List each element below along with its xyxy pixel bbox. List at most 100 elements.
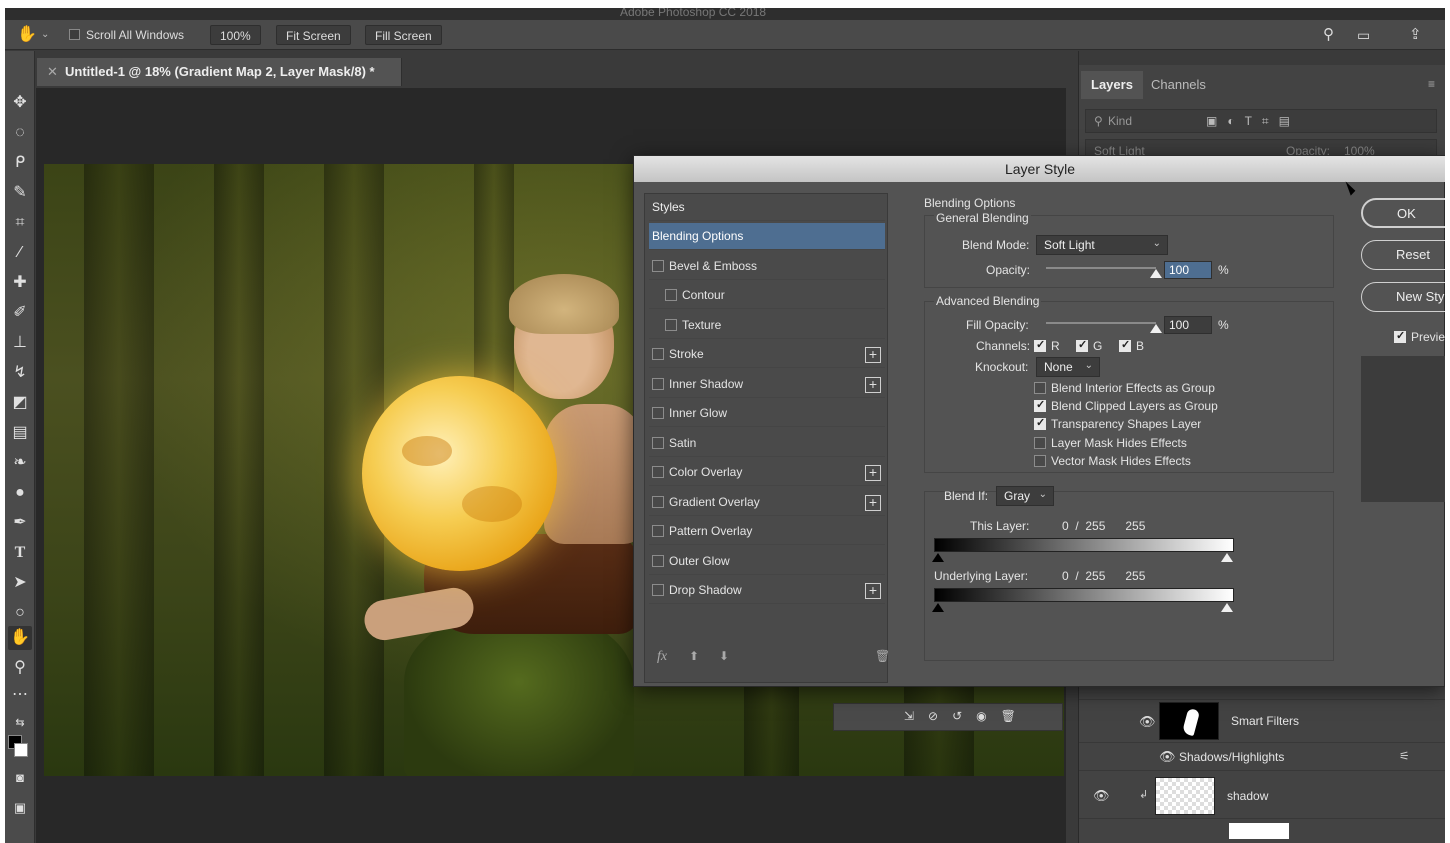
style-item[interactable]: Contour (649, 282, 885, 309)
history-brush-tool-icon[interactable]: ↯ (8, 361, 32, 385)
trash-icon[interactable]: 🗑 (875, 649, 890, 663)
ok-button[interactable]: OK (1361, 198, 1445, 228)
visibility-eye-icon[interactable]: 👁 (1093, 788, 1110, 804)
panel-menu-icon[interactable]: ≡ (1428, 77, 1435, 91)
new-style-button[interactable]: New Style... (1361, 282, 1445, 312)
crop-tool-icon[interactable]: ⌗ (8, 211, 32, 235)
tab-layers[interactable]: Layers (1081, 71, 1143, 99)
this-layer-gradient[interactable] (934, 538, 1234, 552)
checkbox-icon[interactable] (665, 318, 677, 331)
marquee-tool-icon[interactable]: ◌ (8, 121, 32, 145)
checkbox-icon[interactable] (652, 259, 664, 272)
opacity-input[interactable]: 100 (1164, 261, 1212, 279)
layer-filter-row[interactable]: ⚲ Kind ▣◐T⌗▤ (1085, 109, 1437, 133)
checkbox-icon[interactable] (652, 466, 664, 478)
checkbox-icon[interactable] (665, 289, 677, 301)
fill-opacity-input[interactable]: 100 (1164, 316, 1212, 334)
more-tools-icon[interactable]: ⋯ (8, 683, 32, 707)
layer-row-smart-filters[interactable]: 👁 Smart Filters (1079, 699, 1445, 743)
zoom-100-button[interactable]: 100% (210, 25, 261, 45)
channel-b-checkbox[interactable]: B (1119, 338, 1144, 353)
eraser-tool-icon[interactable]: ◩ (8, 391, 32, 415)
preview-checkbox[interactable]: Preview (1394, 329, 1445, 344)
shape-tool-icon[interactable]: ○ (8, 601, 32, 625)
close-tab-icon[interactable]: ✕ (47, 58, 58, 86)
style-item[interactable]: Drop Shadow + (649, 577, 885, 604)
filter-options-icon[interactable]: ⚟ (1399, 749, 1410, 763)
checkbox-icon[interactable] (652, 377, 664, 390)
layer-footer-icons[interactable]: ⇲⊘↺◉🗑 (904, 709, 1030, 723)
filter-type-icons[interactable]: ▣◐T⌗▤ (1206, 114, 1300, 129)
style-item[interactable]: Color Overlay + (649, 459, 885, 486)
add-effect-icon[interactable]: + (865, 347, 881, 363)
opacity-slider-track[interactable] (1046, 267, 1162, 278)
checkbox-icon[interactable] (652, 407, 664, 419)
style-item[interactable]: Texture (649, 312, 885, 339)
blend-if-select[interactable]: Gray ⌄ (996, 486, 1054, 506)
add-effect-icon[interactable]: + (865, 583, 881, 599)
channel-g-checkbox[interactable]: G (1076, 338, 1102, 353)
stamp-tool-icon[interactable]: ⊥ (8, 331, 32, 355)
visibility-eye-icon[interactable]: 👁 (1139, 714, 1156, 730)
dodge-tool-icon[interactable]: ● (8, 481, 32, 505)
knockout-select[interactable]: None ⌄ (1036, 357, 1100, 377)
fill-opacity-slider-track[interactable] (1046, 322, 1162, 333)
move-down-icon[interactable]: ⬇ (719, 649, 729, 663)
hand-tool-icon[interactable]: ✋ (17, 25, 37, 45)
type-tool-icon[interactable]: T (8, 541, 32, 565)
advanced-option-checkbox[interactable]: Transparency Shapes Layer (1034, 416, 1201, 431)
screen-mode-icon[interactable]: ▣ (8, 796, 32, 820)
move-tool-icon[interactable]: ✥ (8, 91, 32, 115)
underlying-white-knob[interactable] (1221, 603, 1233, 612)
share-icon[interactable]: ⇪ (1409, 25, 1422, 45)
fill-screen-button[interactable]: Fill Screen (365, 25, 442, 45)
add-effect-icon[interactable]: + (865, 494, 881, 511)
style-item[interactable]: Stroke + (649, 341, 885, 368)
style-item[interactable]: Inner Glow (649, 400, 885, 427)
swap-colors-icon[interactable]: ⇆ (8, 711, 32, 735)
style-item[interactable]: Outer Glow (649, 548, 885, 575)
fill-opacity-slider-knob[interactable] (1150, 324, 1162, 333)
visibility-eye-icon[interactable]: 👁 (1159, 749, 1176, 765)
lasso-tool-icon[interactable]: ᑭ (8, 151, 32, 175)
pen-tool-icon[interactable]: ✒ (8, 511, 32, 535)
style-item[interactable]: Pattern Overlay (649, 518, 885, 545)
eyedropper-tool-icon[interactable]: ⁄ (8, 241, 32, 265)
style-item[interactable]: Satin (649, 430, 885, 457)
zoom-tool-icon[interactable]: ⚲ (8, 656, 32, 680)
underlying-black-knob[interactable] (932, 603, 944, 612)
style-item[interactable]: Gradient Overlay + (649, 489, 885, 516)
fx-icon[interactable]: fx (657, 649, 667, 665)
blur-tool-icon[interactable]: ❧ (8, 451, 32, 475)
style-item[interactable]: Inner Shadow + (649, 371, 885, 398)
add-effect-icon[interactable]: + (865, 376, 881, 393)
layer-row-shadow[interactable]: 👁 ↲ shadow (1079, 773, 1445, 819)
checkbox-icon[interactable] (652, 348, 664, 360)
advanced-option-checkbox[interactable]: Vector Mask Hides Effects (1034, 454, 1191, 468)
path-select-tool-icon[interactable]: ➤ (8, 571, 32, 595)
advanced-option-checkbox[interactable]: Layer Mask Hides Effects (1034, 436, 1187, 450)
opacity-slider-knob[interactable] (1150, 269, 1162, 278)
styles-header[interactable]: Styles (649, 194, 885, 221)
quick-select-tool-icon[interactable]: ✎ (8, 181, 32, 205)
blend-mode-select[interactable]: Soft Light ⌄ (1036, 235, 1168, 255)
scroll-all-windows-checkbox[interactable]: Scroll All Windows (69, 25, 184, 45)
search-icon[interactable]: ⚲ (1323, 25, 1334, 45)
brush-tool-icon[interactable]: ✐ (8, 301, 32, 325)
style-item[interactable]: Bevel & Emboss (649, 253, 885, 280)
advanced-option-checkbox[interactable]: Blend Clipped Layers as Group (1034, 398, 1218, 413)
this-layer-white-knob[interactable] (1221, 553, 1233, 562)
add-effect-icon[interactable]: + (865, 465, 881, 481)
background-color-swatch[interactable] (14, 743, 28, 757)
tab-channels[interactable]: Channels (1141, 71, 1216, 99)
checkbox-icon[interactable] (652, 525, 664, 537)
layer-row-shadows-highlights[interactable]: 👁 Shadows/Highlights ⚟ (1079, 743, 1445, 771)
healing-tool-icon[interactable]: ✚ (8, 271, 32, 295)
document-tab[interactable]: ✕ Untitled-1 @ 18% (Gradient Map 2, Laye… (37, 58, 402, 86)
checkbox-icon[interactable] (652, 436, 664, 449)
hand-tool-active-icon[interactable]: ✋ (8, 626, 32, 650)
tool-preset-chevron-icon[interactable]: ⌄ (41, 25, 49, 45)
advanced-option-checkbox[interactable]: Blend Interior Effects as Group (1034, 381, 1215, 395)
this-layer-black-knob[interactable] (932, 553, 944, 562)
gradient-tool-icon[interactable]: ▤ (8, 421, 32, 445)
